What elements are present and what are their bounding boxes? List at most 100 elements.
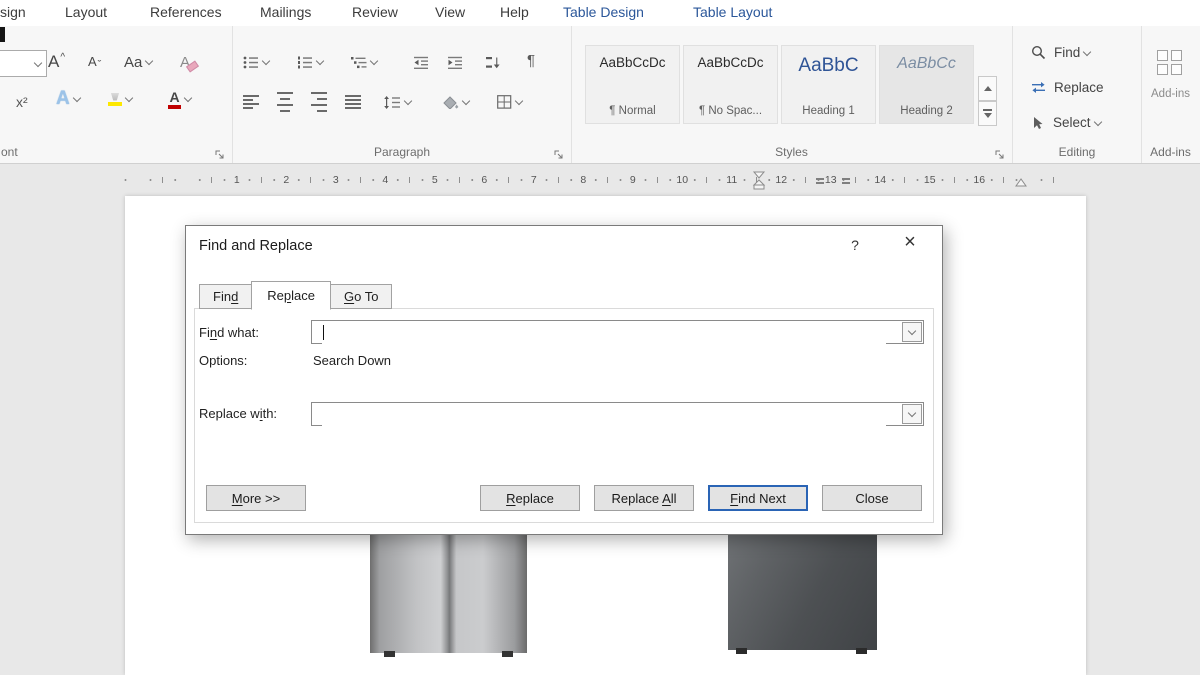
styles-gallery-more-button[interactable] bbox=[978, 101, 997, 126]
ruler-tick bbox=[1004, 170, 1054, 190]
style-no-spacing[interactable]: AaBbCcDc ¶ No Spac... bbox=[683, 45, 778, 124]
align-left-button[interactable] bbox=[243, 90, 259, 114]
cursor-icon bbox=[1031, 116, 1045, 130]
tab-view[interactable]: View bbox=[435, 4, 465, 20]
tab-go-to[interactable]: Go To bbox=[330, 284, 392, 309]
ruler-unit: 5 bbox=[410, 170, 460, 190]
align-center-button[interactable] bbox=[277, 90, 293, 114]
ruler-unit: 10 bbox=[658, 170, 708, 190]
table-column-marker[interactable] bbox=[842, 176, 850, 185]
shading-button[interactable] bbox=[443, 90, 469, 114]
ruler-unit: 1 bbox=[212, 170, 262, 190]
style-preview: AaBbCcDc bbox=[697, 55, 763, 70]
sort-icon bbox=[485, 56, 501, 69]
find-button[interactable]: Find bbox=[1031, 45, 1090, 60]
replace-button[interactable]: Replace bbox=[1031, 80, 1104, 95]
text-highlight-button[interactable] bbox=[108, 87, 132, 111]
paragraph-dialog-launcher[interactable] bbox=[554, 147, 564, 157]
indent-markers[interactable] bbox=[752, 170, 766, 190]
tab-find[interactable]: Find bbox=[199, 284, 252, 309]
bullet-list-icon bbox=[243, 56, 259, 69]
grow-font-button[interactable]: A bbox=[48, 50, 65, 74]
text-effects-button[interactable]: A bbox=[56, 87, 80, 111]
ribbon-group-editing: Find Replace Select Editing bbox=[1013, 26, 1142, 163]
highlighter-icon bbox=[108, 93, 122, 106]
find-what-dropdown-button[interactable] bbox=[902, 322, 922, 342]
font-color-button[interactable]: A bbox=[168, 87, 191, 111]
tab-design-partial[interactable]: sign bbox=[0, 4, 26, 20]
fridge-foot bbox=[502, 651, 513, 657]
close-icon[interactable]: × bbox=[898, 231, 922, 254]
right-indent-marker[interactable] bbox=[1014, 178, 1028, 190]
ruler-unit: 9 bbox=[608, 170, 658, 190]
multilevel-list-button[interactable] bbox=[351, 50, 377, 74]
horizontal-ruler: 1 2 3 4 5 6 7 8 9 10 11 12 13 14 15 16 bbox=[0, 170, 1200, 190]
tab-mailings[interactable]: Mailings bbox=[260, 4, 311, 20]
find-label: Find bbox=[1054, 45, 1080, 60]
tab-help[interactable]: Help bbox=[500, 4, 529, 20]
text-caret bbox=[323, 325, 324, 340]
font-dialog-launcher[interactable] bbox=[215, 147, 225, 157]
bullets-button[interactable] bbox=[243, 50, 269, 74]
numbering-button[interactable] bbox=[297, 50, 323, 74]
more-button[interactable]: More >> bbox=[206, 485, 306, 511]
find-what-input[interactable] bbox=[322, 322, 886, 344]
grid-square bbox=[1157, 64, 1168, 75]
justify-button[interactable] bbox=[345, 90, 361, 114]
options-label: Options: bbox=[199, 353, 247, 368]
fridge-foot bbox=[384, 651, 395, 657]
styles-scroll-up-button[interactable] bbox=[978, 76, 997, 101]
tab-table-layout[interactable]: Table Layout bbox=[693, 4, 772, 20]
replace-with-field[interactable] bbox=[311, 402, 924, 426]
dialog-tabs: Find Replace Go To bbox=[199, 281, 391, 309]
chevron-down-icon bbox=[370, 57, 378, 65]
chevron-down-icon bbox=[34, 58, 42, 66]
clear-formatting-button[interactable]: A bbox=[180, 50, 198, 74]
align-right-icon bbox=[311, 90, 327, 114]
tab-replace[interactable]: Replace bbox=[251, 281, 331, 310]
styles-dialog-launcher[interactable] bbox=[995, 147, 1005, 157]
chevron-down-icon bbox=[145, 57, 153, 65]
replace-with-dropdown-button[interactable] bbox=[902, 404, 922, 424]
font-size-combo[interactable] bbox=[0, 50, 47, 77]
style-normal[interactable]: AaBbCcDc ¶ Normal bbox=[585, 45, 680, 124]
style-name: ¶ Normal bbox=[609, 105, 655, 117]
help-button[interactable]: ? bbox=[846, 237, 864, 253]
chevron-down-icon bbox=[125, 94, 133, 102]
close-button[interactable]: Close bbox=[822, 485, 922, 511]
replace-icon bbox=[1031, 81, 1046, 94]
editing-group-label: Editing bbox=[1013, 145, 1141, 159]
table-column-marker[interactable] bbox=[816, 176, 824, 185]
replace-all-button[interactable]: Replace All bbox=[594, 485, 694, 511]
line-spacing-button[interactable] bbox=[383, 90, 411, 114]
tab-review[interactable]: Review bbox=[352, 4, 398, 20]
tab-layout[interactable]: Layout bbox=[65, 4, 107, 20]
chevron-down-icon bbox=[515, 97, 523, 105]
replace-with-input[interactable] bbox=[322, 404, 886, 426]
decrease-indent-button[interactable] bbox=[413, 50, 429, 74]
shrink-font-button[interactable]: A bbox=[88, 50, 101, 74]
tab-references[interactable]: References bbox=[150, 4, 222, 20]
font-color-icon: A bbox=[168, 90, 181, 109]
justify-icon bbox=[345, 93, 361, 111]
select-button[interactable]: Select bbox=[1031, 115, 1101, 130]
borders-button[interactable] bbox=[497, 90, 522, 114]
grow-font-icon: A bbox=[48, 52, 65, 72]
replace-button-dialog[interactable]: Replace bbox=[480, 485, 580, 511]
style-heading-1[interactable]: AaBbC Heading 1 bbox=[781, 45, 876, 124]
borders-icon bbox=[497, 95, 512, 109]
change-case-button[interactable]: Aa bbox=[124, 50, 152, 74]
show-paragraph-marks-button[interactable]: ¶ bbox=[527, 48, 535, 72]
ruler-unit: 2 bbox=[262, 170, 312, 190]
increase-indent-button[interactable] bbox=[447, 50, 463, 74]
find-what-field[interactable] bbox=[311, 320, 924, 344]
style-preview: AaBbC bbox=[798, 55, 858, 77]
find-next-button[interactable]: Find Next bbox=[708, 485, 808, 511]
align-right-button[interactable] bbox=[311, 90, 327, 114]
style-preview: AaBbCcDc bbox=[599, 55, 665, 70]
sort-button[interactable] bbox=[485, 50, 501, 74]
superscript-button[interactable]: x² bbox=[16, 90, 28, 114]
tab-table-design[interactable]: Table Design bbox=[563, 4, 644, 20]
style-heading-2[interactable]: AaBbCc Heading 2 bbox=[879, 45, 974, 124]
addins-button[interactable] bbox=[1157, 50, 1182, 75]
